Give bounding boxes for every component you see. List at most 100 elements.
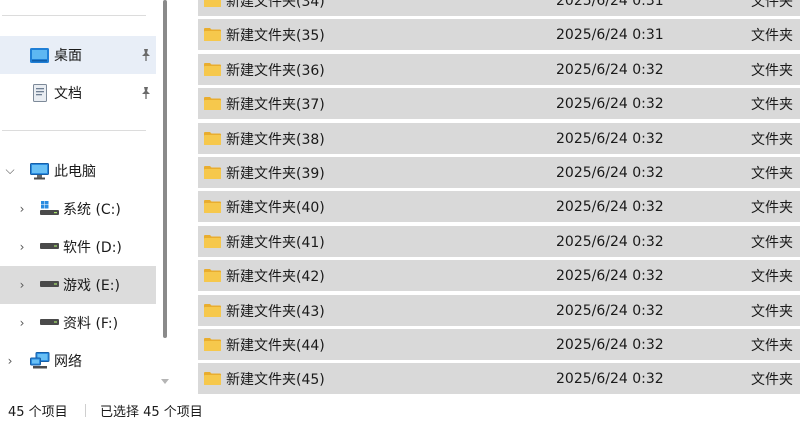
file-name: 新建文件夹(36): [226, 62, 325, 79]
chevron-right-icon[interactable]: ›: [16, 279, 28, 291]
file-date: 2025/6/24 0:32: [556, 164, 664, 181]
folder-icon: [204, 97, 221, 110]
sidebar-item-this-pc[interactable]: ⌵ 此电脑: [0, 152, 156, 190]
chevron-right-icon[interactable]: ›: [16, 317, 28, 329]
file-type: 文件夹: [751, 371, 793, 388]
file-date: 2025/6/24 0:32: [556, 198, 664, 215]
pin-icon[interactable]: [140, 86, 152, 100]
file-row[interactable]: 新建文件夹(35) 2025/6/24 0:31 文件夹: [198, 19, 800, 50]
sidebar-item-desktop[interactable]: 桌面: [0, 36, 156, 74]
sidebar-item-drive-e[interactable]: › 游戏 (E:): [0, 266, 156, 304]
file-row[interactable]: 新建文件夹(34) 2025/6/24 0:31 文件夹: [198, 0, 800, 16]
chevron-right-icon[interactable]: ›: [4, 355, 16, 367]
file-date: 2025/6/24 0:32: [556, 370, 664, 387]
file-date: 2025/6/24 0:31: [556, 26, 664, 43]
sidebar-item-label: 此电脑: [54, 164, 96, 180]
file-type: 文件夹: [751, 131, 793, 148]
item-count: 45 个项目: [8, 405, 68, 420]
file-date: 2025/6/24 0:32: [556, 336, 664, 353]
chevron-right-icon[interactable]: ›: [16, 241, 28, 253]
file-date: 2025/6/24 0:32: [556, 267, 664, 284]
desktop-icon: [30, 48, 49, 63]
sidebar-item-label: 网络: [54, 354, 82, 370]
file-name: 新建文件夹(42): [226, 268, 325, 285]
file-type: 文件夹: [751, 165, 793, 182]
file-name: 新建文件夹(35): [226, 27, 325, 44]
sidebar-item-label: 游戏 (E:): [63, 278, 120, 294]
file-row[interactable]: 新建文件夹(36) 2025/6/24 0:32 文件夹: [198, 54, 800, 85]
folder-icon: [204, 269, 221, 282]
file-row[interactable]: 新建文件夹(45) 2025/6/24 0:32 文件夹: [198, 363, 800, 394]
file-type: 文件夹: [751, 96, 793, 113]
file-list: 新建文件夹(34) 2025/6/24 0:31 文件夹 新建文件夹(35) 2025/…: [198, 0, 800, 398]
file-date: 2025/6/24 0:32: [556, 130, 664, 147]
folder-icon: [204, 0, 221, 7]
file-date: 2025/6/24 0:32: [556, 95, 664, 112]
file-row[interactable]: 新建文件夹(39) 2025/6/24 0:32 文件夹: [198, 157, 800, 188]
chevron-down-icon[interactable]: ⌵: [4, 164, 16, 176]
file-row[interactable]: 新建文件夹(40) 2025/6/24 0:32 文件夹: [198, 191, 800, 222]
file-type: 文件夹: [751, 337, 793, 354]
sidebar-item-label: 资料 (F:): [63, 316, 119, 332]
pin-icon[interactable]: [140, 48, 152, 62]
file-name: 新建文件夹(39): [226, 165, 325, 182]
documents-icon: [33, 84, 47, 102]
file-date: 2025/6/24 0:32: [556, 302, 664, 319]
drive-icon: [40, 319, 59, 325]
file-row[interactable]: 新建文件夹(44) 2025/6/24 0:32 文件夹: [198, 329, 800, 360]
file-date: 2025/6/24 0:32: [556, 61, 664, 78]
file-name: 新建文件夹(40): [226, 199, 325, 216]
file-type: 文件夹: [751, 268, 793, 285]
file-date: 2025/6/24 0:31: [556, 0, 664, 9]
file-type: 文件夹: [751, 199, 793, 216]
file-name: 新建文件夹(44): [226, 337, 325, 354]
sidebar-item-network[interactable]: › 网络: [0, 342, 156, 380]
file-name: 新建文件夹(38): [226, 131, 325, 148]
navigation-pane: 桌面 文档 ⌵ 此电脑 › 系统 (C:) › 软件 (D:) › 游戏 (E:…: [0, 0, 156, 398]
chevron-right-icon[interactable]: ›: [16, 203, 28, 215]
file-type: 文件夹: [751, 303, 793, 320]
selected-count: 已选择 45 个项目: [100, 405, 203, 420]
file-type: 文件夹: [751, 0, 793, 10]
file-row[interactable]: 新建文件夹(42) 2025/6/24 0:32 文件夹: [198, 260, 800, 291]
folder-icon: [204, 235, 221, 248]
scrollbar-thumb[interactable]: [163, 0, 167, 338]
file-name: 新建文件夹(41): [226, 234, 325, 251]
file-name: 新建文件夹(43): [226, 303, 325, 320]
folder-icon: [204, 132, 221, 145]
file-name: 新建文件夹(45): [226, 371, 325, 388]
folder-icon: [204, 63, 221, 76]
sidebar-item-drive-d[interactable]: › 软件 (D:): [0, 228, 156, 266]
file-row[interactable]: 新建文件夹(41) 2025/6/24 0:32 文件夹: [198, 226, 800, 257]
status-divider: [85, 404, 86, 417]
drive-icon: [40, 281, 59, 287]
sidebar-item-drive-c[interactable]: › 系统 (C:): [0, 190, 156, 228]
file-type: 文件夹: [751, 234, 793, 251]
sidebar-item-documents[interactable]: 文档: [0, 74, 156, 112]
system-drive-icon: [40, 201, 59, 215]
folder-icon: [204, 28, 221, 41]
status-bar: 45 个项目 已选择 45 个项目: [0, 398, 800, 423]
drive-icon: [40, 243, 59, 249]
file-type: 文件夹: [751, 27, 793, 44]
sidebar-item-label: 文档: [54, 86, 82, 102]
file-type: 文件夹: [751, 62, 793, 79]
sidebar-scrollbar[interactable]: [158, 0, 172, 398]
file-row[interactable]: 新建文件夹(38) 2025/6/24 0:32 文件夹: [198, 123, 800, 154]
folder-icon: [204, 338, 221, 351]
folder-icon: [204, 372, 221, 385]
file-date: 2025/6/24 0:32: [556, 233, 664, 250]
sidebar-item-label: 系统 (C:): [63, 202, 121, 218]
computer-icon: [30, 163, 49, 180]
sidebar-item-label: 桌面: [54, 48, 82, 64]
sidebar-item-drive-f[interactable]: › 资料 (F:): [0, 304, 156, 342]
scroll-down-arrow-icon[interactable]: [160, 378, 170, 386]
file-name: 新建文件夹(34): [226, 0, 325, 10]
folder-icon: [204, 304, 221, 317]
divider: [2, 130, 146, 131]
file-row[interactable]: 新建文件夹(37) 2025/6/24 0:32 文件夹: [198, 88, 800, 119]
file-row[interactable]: 新建文件夹(43) 2025/6/24 0:32 文件夹: [198, 295, 800, 326]
folder-icon: [204, 166, 221, 179]
sidebar-item-label: 软件 (D:): [63, 240, 122, 256]
divider: [2, 15, 146, 16]
